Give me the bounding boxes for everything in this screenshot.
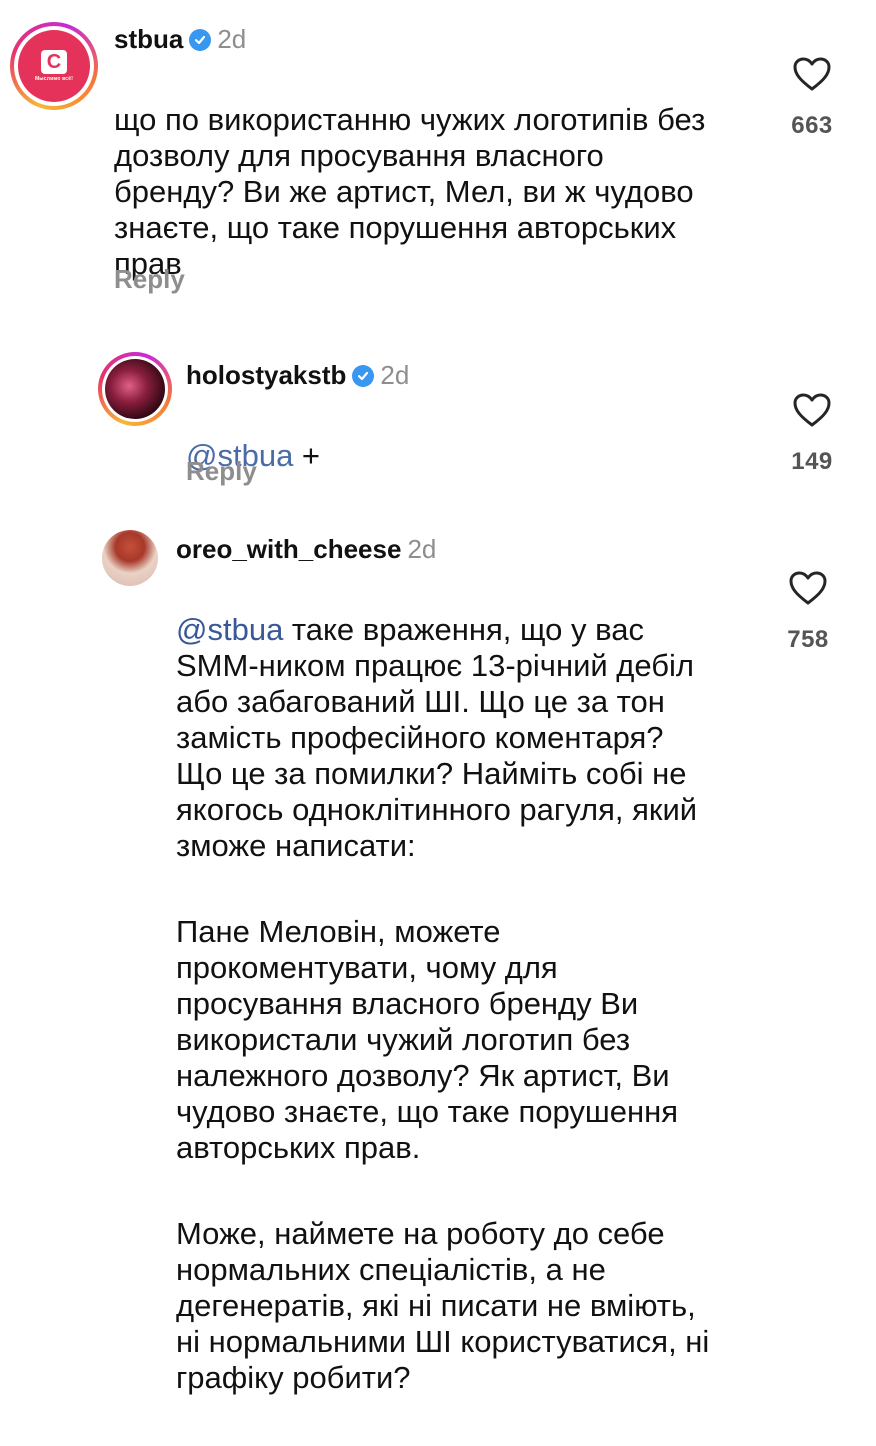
avatar-holostyakstb[interactable] bbox=[98, 352, 172, 426]
comment-time: 2d bbox=[217, 24, 247, 54]
comment-text: що по використанню чужих логотипів без д… bbox=[114, 102, 706, 281]
heart-outline-icon[interactable] bbox=[792, 392, 832, 428]
comment-time: 2d bbox=[407, 534, 437, 564]
heart-outline-icon[interactable] bbox=[788, 570, 828, 606]
comment-paragraph-3: Може, наймете на роботу до себе нормальн… bbox=[176, 1216, 710, 1395]
avatar-stbua[interactable]: C Мыслимо всё! bbox=[10, 22, 98, 110]
like-area: 758 bbox=[778, 570, 838, 654]
comment-time: 2d bbox=[380, 360, 410, 390]
comment-header: stbua 2d bbox=[114, 24, 246, 55]
heart-outline-icon[interactable] bbox=[792, 56, 832, 92]
comment-header: holostyakstb 2d bbox=[186, 360, 409, 391]
username[interactable]: stbua bbox=[114, 24, 183, 55]
like-area: 663 bbox=[782, 56, 842, 140]
stb-logo-icon: C Мыслимо всё! bbox=[18, 30, 90, 102]
like-count: 149 bbox=[791, 448, 833, 475]
avatar-oreo_with_cheese[interactable] bbox=[102, 530, 158, 586]
like-count: 663 bbox=[791, 112, 833, 139]
reply-button[interactable]: Reply bbox=[186, 456, 257, 487]
comment-text: @stbua таке враження, що у вас SMM-ником… bbox=[176, 576, 756, 1446]
comment-paragraph-2: Пане Меловін, можете прокоментувати, чом… bbox=[176, 914, 679, 1165]
holostyak-logo-icon bbox=[105, 359, 165, 419]
verified-badge-icon bbox=[352, 364, 375, 387]
like-area: 149 bbox=[782, 392, 842, 476]
mention-link[interactable]: @stbua bbox=[176, 612, 283, 647]
verified-badge-icon bbox=[189, 28, 212, 51]
comment-paragraph-1: @stbua таке враження, що у вас SMM-ником… bbox=[176, 612, 698, 863]
username[interactable]: oreo_with_cheese bbox=[176, 534, 401, 565]
like-count: 758 bbox=[787, 626, 829, 653]
comment-header: oreo_with_cheese 2d bbox=[176, 534, 436, 565]
comment-text: @stbua + bbox=[186, 438, 321, 473]
username[interactable]: holostyakstb bbox=[186, 360, 346, 391]
reply-button[interactable]: Reply bbox=[114, 264, 185, 295]
